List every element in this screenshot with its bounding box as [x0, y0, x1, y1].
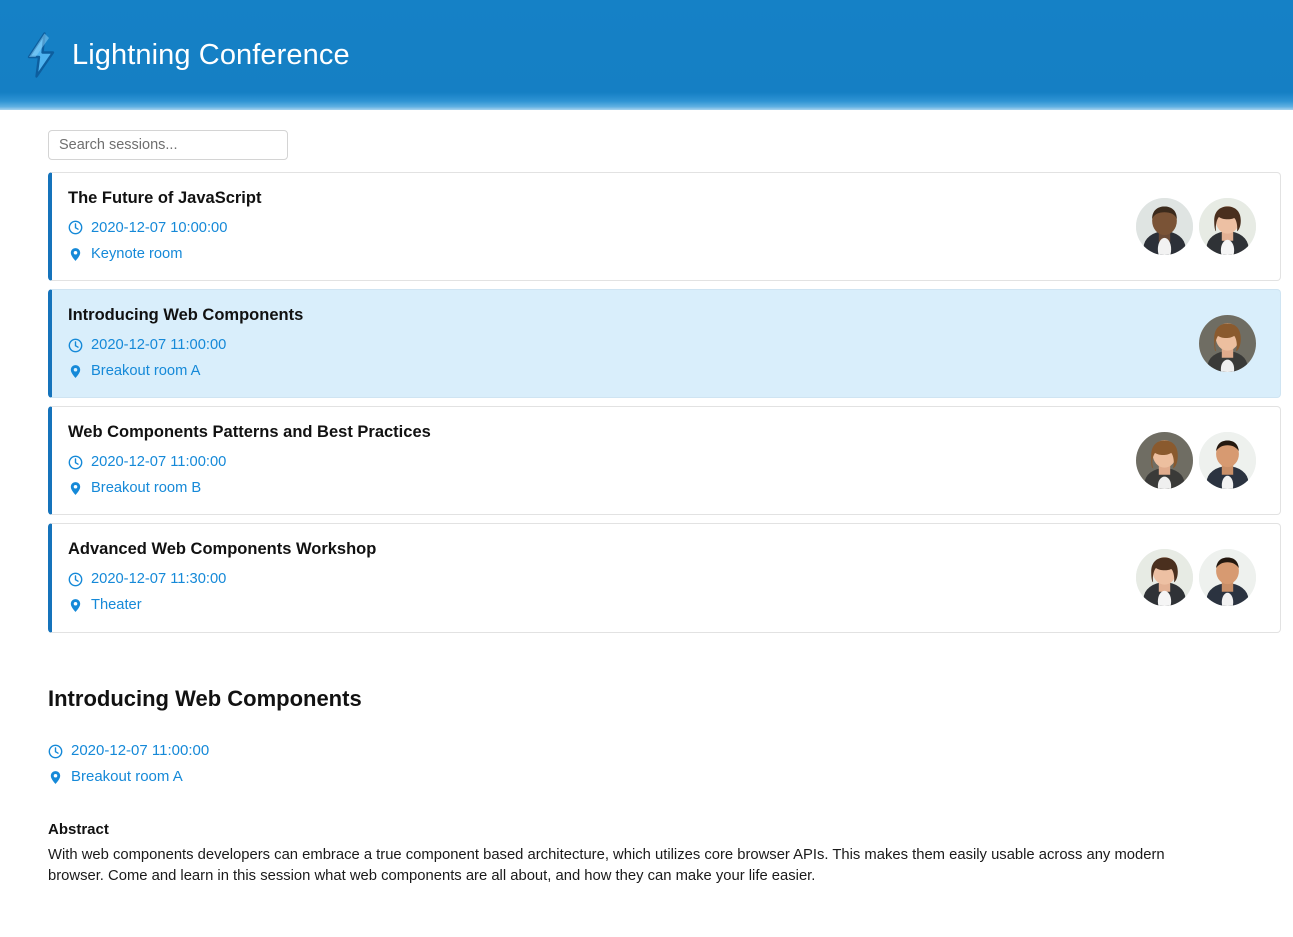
session-location-text: Keynote room — [91, 246, 183, 263]
detail-location-text: Breakout room A — [71, 767, 183, 785]
main-content: The Future of JavaScript 2020-12-07 10:0… — [0, 110, 1293, 888]
session-card[interactable]: Web Components Patterns and Best Practic… — [48, 406, 1281, 516]
session-location: Keynote room — [68, 242, 261, 266]
session-speakers — [1136, 198, 1262, 256]
avatar[interactable] — [1199, 198, 1256, 256]
avatar[interactable] — [1136, 432, 1193, 490]
avatar[interactable] — [1199, 315, 1256, 373]
map-pin-icon — [50, 770, 61, 784]
avatar[interactable] — [1136, 549, 1193, 607]
session-datetime-text: 2020-12-07 11:30:00 — [91, 571, 227, 588]
search-input[interactable] — [48, 130, 288, 160]
map-pin-icon — [70, 247, 81, 261]
abstract-body: With web components developers can embra… — [48, 847, 1165, 885]
session-datetime: 2020-12-07 11:30:00 — [68, 567, 376, 591]
session-location: Breakout room B — [68, 476, 431, 500]
session-datetime: 2020-12-07 10:00:00 — [68, 216, 261, 240]
map-pin-icon — [70, 364, 81, 378]
detail-datetime-text: 2020-12-07 11:00:00 — [71, 742, 210, 760]
session-location: Theater — [68, 593, 376, 617]
session-card[interactable]: Introducing Web Components 2020-12-07 11… — [48, 289, 1281, 399]
clock-icon — [68, 338, 83, 352]
map-pin-icon — [70, 481, 81, 495]
abstract-heading: Abstract — [48, 821, 109, 839]
session-detail: Introducing Web Components 2020-12-07 11… — [48, 633, 1281, 888]
session-title: The Future of JavaScript — [68, 189, 262, 207]
session-title: Web Components Patterns and Best Practic… — [68, 423, 431, 442]
session-location: Breakout room A — [68, 359, 303, 383]
detail-location: Breakout room A — [48, 765, 1281, 790]
session-info: Advanced Web Components Workshop 2020-12… — [68, 538, 376, 617]
session-speakers — [1136, 549, 1262, 607]
session-location-text: Theater — [91, 597, 142, 614]
session-datetime: 2020-12-07 11:00:00 — [68, 333, 303, 357]
session-info: Web Components Patterns and Best Practic… — [68, 421, 431, 500]
map-pin-icon — [70, 599, 81, 612]
avatar[interactable] — [1199, 432, 1256, 490]
session-location-text: Breakout room B — [91, 480, 202, 497]
session-datetime: 2020-12-07 11:00:00 — [68, 450, 431, 474]
session-datetime-text: 2020-12-07 10:00:00 — [91, 219, 228, 236]
app-header: Lightning Conference — [0, 0, 1293, 110]
session-list: The Future of JavaScript 2020-12-07 10:0… — [48, 172, 1281, 633]
avatar[interactable] — [1136, 198, 1193, 256]
session-card[interactable]: The Future of JavaScript 2020-12-07 10:0… — [48, 172, 1281, 282]
session-title: Advanced Web Components Workshop — [68, 540, 377, 559]
session-info: Introducing Web Components 2020-12-07 11… — [68, 304, 303, 383]
session-title: Introducing Web Components — [68, 306, 304, 325]
avatar[interactable] — [1199, 549, 1256, 607]
clock-icon — [68, 221, 83, 235]
session-speakers — [1199, 315, 1262, 373]
session-datetime-text: 2020-12-07 11:00:00 — [91, 337, 227, 354]
session-location-text: Breakout room A — [91, 363, 201, 380]
lightning-bolt-icon — [27, 32, 55, 78]
detail-meta: 2020-12-07 11:00:00 Breakout room A — [48, 739, 1281, 789]
detail-datetime: 2020-12-07 11:00:00 — [48, 739, 1281, 764]
app-title: Lightning Conference — [72, 38, 350, 71]
detail-title: Introducing Web Components — [48, 685, 362, 711]
session-info: The Future of JavaScript 2020-12-07 10:0… — [68, 187, 261, 266]
clock-icon — [48, 744, 63, 759]
brand[interactable]: Lightning Conference — [24, 32, 350, 78]
session-speakers — [1136, 432, 1262, 490]
session-datetime-text: 2020-12-07 11:00:00 — [91, 454, 227, 471]
session-card[interactable]: Advanced Web Components Workshop 2020-12… — [48, 523, 1281, 633]
clock-icon — [68, 572, 83, 587]
clock-icon — [68, 455, 83, 470]
search-row — [48, 110, 1281, 172]
